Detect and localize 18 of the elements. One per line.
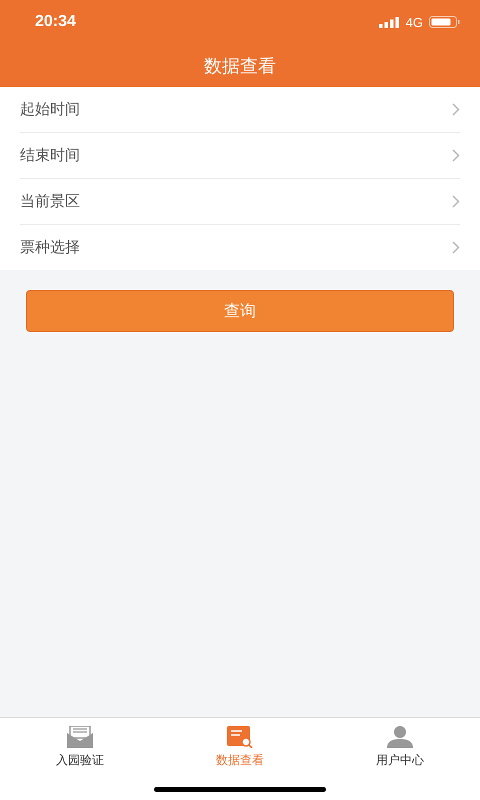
list-item[interactable]: 票种选择 bbox=[20, 225, 460, 270]
tab-item[interactable]: 入园验证 bbox=[0, 718, 160, 769]
list-item[interactable]: 当前景区 bbox=[20, 179, 460, 225]
chevron-icon bbox=[452, 241, 460, 254]
list-item[interactable]: 起始时间 bbox=[20, 87, 460, 133]
search-document-icon bbox=[227, 726, 253, 748]
signal-icon bbox=[378, 16, 400, 28]
page-title: 数据查看 bbox=[204, 54, 276, 78]
battery-icon bbox=[429, 16, 460, 28]
network-label: 4G bbox=[406, 14, 423, 30]
status-time: 20:34 bbox=[35, 13, 76, 31]
list-item[interactable]: 结束时间 bbox=[20, 133, 460, 179]
chevron-icon bbox=[452, 195, 460, 208]
chevron-icon bbox=[452, 103, 460, 116]
user-icon bbox=[387, 726, 413, 748]
tab-item[interactable]: 用户中心 bbox=[320, 718, 480, 769]
envelope-icon bbox=[67, 726, 93, 748]
chevron-icon bbox=[452, 149, 460, 162]
